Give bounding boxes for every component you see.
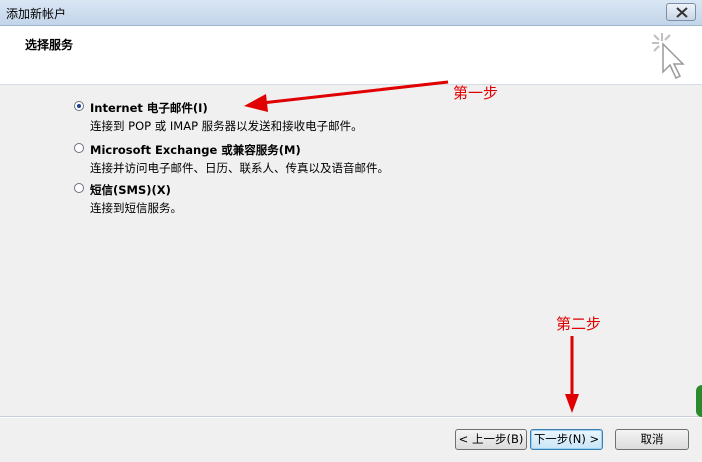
option-label: 短信(SMS)(X) xyxy=(90,183,171,197)
option-label: Microsoft Exchange 或兼容服务(M) xyxy=(90,143,301,157)
arrow-step2 xyxy=(565,336,579,413)
footer-divider xyxy=(0,416,702,418)
close-button[interactable] xyxy=(666,3,696,21)
annotation-step2: 第二步 xyxy=(556,315,602,333)
back-button[interactable]: < 上一步(B) xyxy=(455,429,527,450)
radio-internet-email[interactable] xyxy=(74,101,84,111)
radio-exchange[interactable] xyxy=(74,143,84,153)
option-description: 连接并访问电子邮件、日历、联系人、传真以及语音邮件。 xyxy=(90,161,389,175)
wizard-header: 选择服务 xyxy=(0,26,702,85)
radio-sms[interactable] xyxy=(74,183,84,193)
option-description: 连接到短信服务。 xyxy=(90,201,182,215)
cursor-sparkle-icon xyxy=(652,33,685,80)
option-label: Internet 电子邮件(I) xyxy=(90,101,208,115)
cancel-button[interactable]: 取消 xyxy=(615,429,689,450)
edge-decoration xyxy=(696,385,702,417)
title-bar: 添加新帐户 xyxy=(0,0,702,26)
window-title: 添加新帐户 xyxy=(6,7,67,21)
next-button[interactable]: 下一步(N) > xyxy=(530,429,603,450)
page-title: 选择服务 xyxy=(25,38,74,52)
arrow-step1 xyxy=(244,80,449,112)
close-icon xyxy=(676,7,688,18)
option-description: 连接到 POP 或 IMAP 服务器以发送和接收电子邮件。 xyxy=(90,119,363,133)
annotation-step1: 第一步 xyxy=(453,84,499,102)
